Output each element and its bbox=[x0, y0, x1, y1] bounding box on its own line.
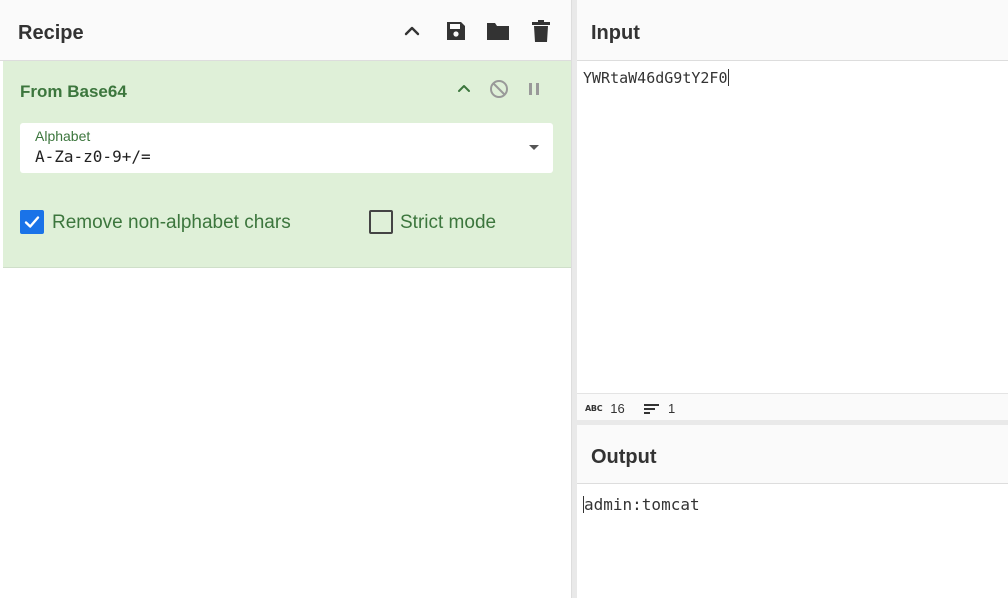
trash-icon[interactable] bbox=[528, 18, 554, 44]
chevron-up-icon[interactable] bbox=[399, 18, 425, 44]
alphabet-label: Alphabet bbox=[35, 128, 91, 144]
remove-non-alphabet-checkbox[interactable] bbox=[20, 210, 44, 234]
remove-non-alphabet-label[interactable]: Remove non-alphabet chars bbox=[52, 212, 291, 234]
output-textarea[interactable]: admin:tomcat bbox=[583, 495, 700, 514]
strict-mode-label[interactable]: Strict mode bbox=[400, 212, 496, 234]
strict-mode-checkbox[interactable] bbox=[369, 210, 393, 234]
input-title: Input bbox=[591, 22, 640, 44]
input-pane: Input YWRtaW46dG9tY2F0 ABC 16 1 bbox=[577, 0, 1008, 420]
operation-title: From Base64 bbox=[20, 82, 127, 101]
lines-value: 1 bbox=[668, 401, 676, 416]
input-status-bar: ABC 16 1 bbox=[577, 393, 1008, 420]
lines-status: 1 bbox=[644, 401, 675, 416]
output-title: Output bbox=[591, 446, 657, 468]
length-value: 16 bbox=[610, 401, 625, 416]
length-status: ABC 16 bbox=[585, 401, 625, 416]
lines-icon bbox=[644, 403, 659, 414]
output-pane: Output admin:tomcat bbox=[577, 420, 1008, 598]
output-text: admin:tomcat bbox=[584, 495, 700, 514]
recipe-pane: Recipe From Base64 Alphabet A-Za-z0-9+/= bbox=[0, 0, 572, 598]
collapse-operation-icon[interactable] bbox=[453, 78, 475, 100]
dropdown-caret-icon bbox=[529, 145, 539, 150]
recipe-title: Recipe bbox=[18, 22, 84, 44]
disable-operation-icon[interactable] bbox=[488, 78, 510, 100]
input-textarea[interactable]: YWRtaW46dG9tY2F0 bbox=[583, 69, 729, 87]
pause-operation-icon[interactable] bbox=[523, 78, 545, 100]
text-cursor bbox=[727, 69, 729, 86]
input-header: Input bbox=[577, 0, 1008, 61]
recipe-header: Recipe bbox=[0, 0, 571, 61]
output-header: Output bbox=[577, 425, 1008, 484]
save-icon[interactable] bbox=[443, 18, 469, 44]
operation-from-base64[interactable]: From Base64 Alphabet A-Za-z0-9+/= Remove… bbox=[3, 61, 571, 268]
abc-icon: ABC bbox=[585, 404, 603, 413]
folder-icon[interactable] bbox=[485, 18, 511, 44]
input-text: YWRtaW46dG9tY2F0 bbox=[583, 69, 728, 87]
alphabet-select[interactable]: Alphabet A-Za-z0-9+/= bbox=[20, 123, 553, 173]
alphabet-value: A-Za-z0-9+/= bbox=[35, 147, 151, 166]
